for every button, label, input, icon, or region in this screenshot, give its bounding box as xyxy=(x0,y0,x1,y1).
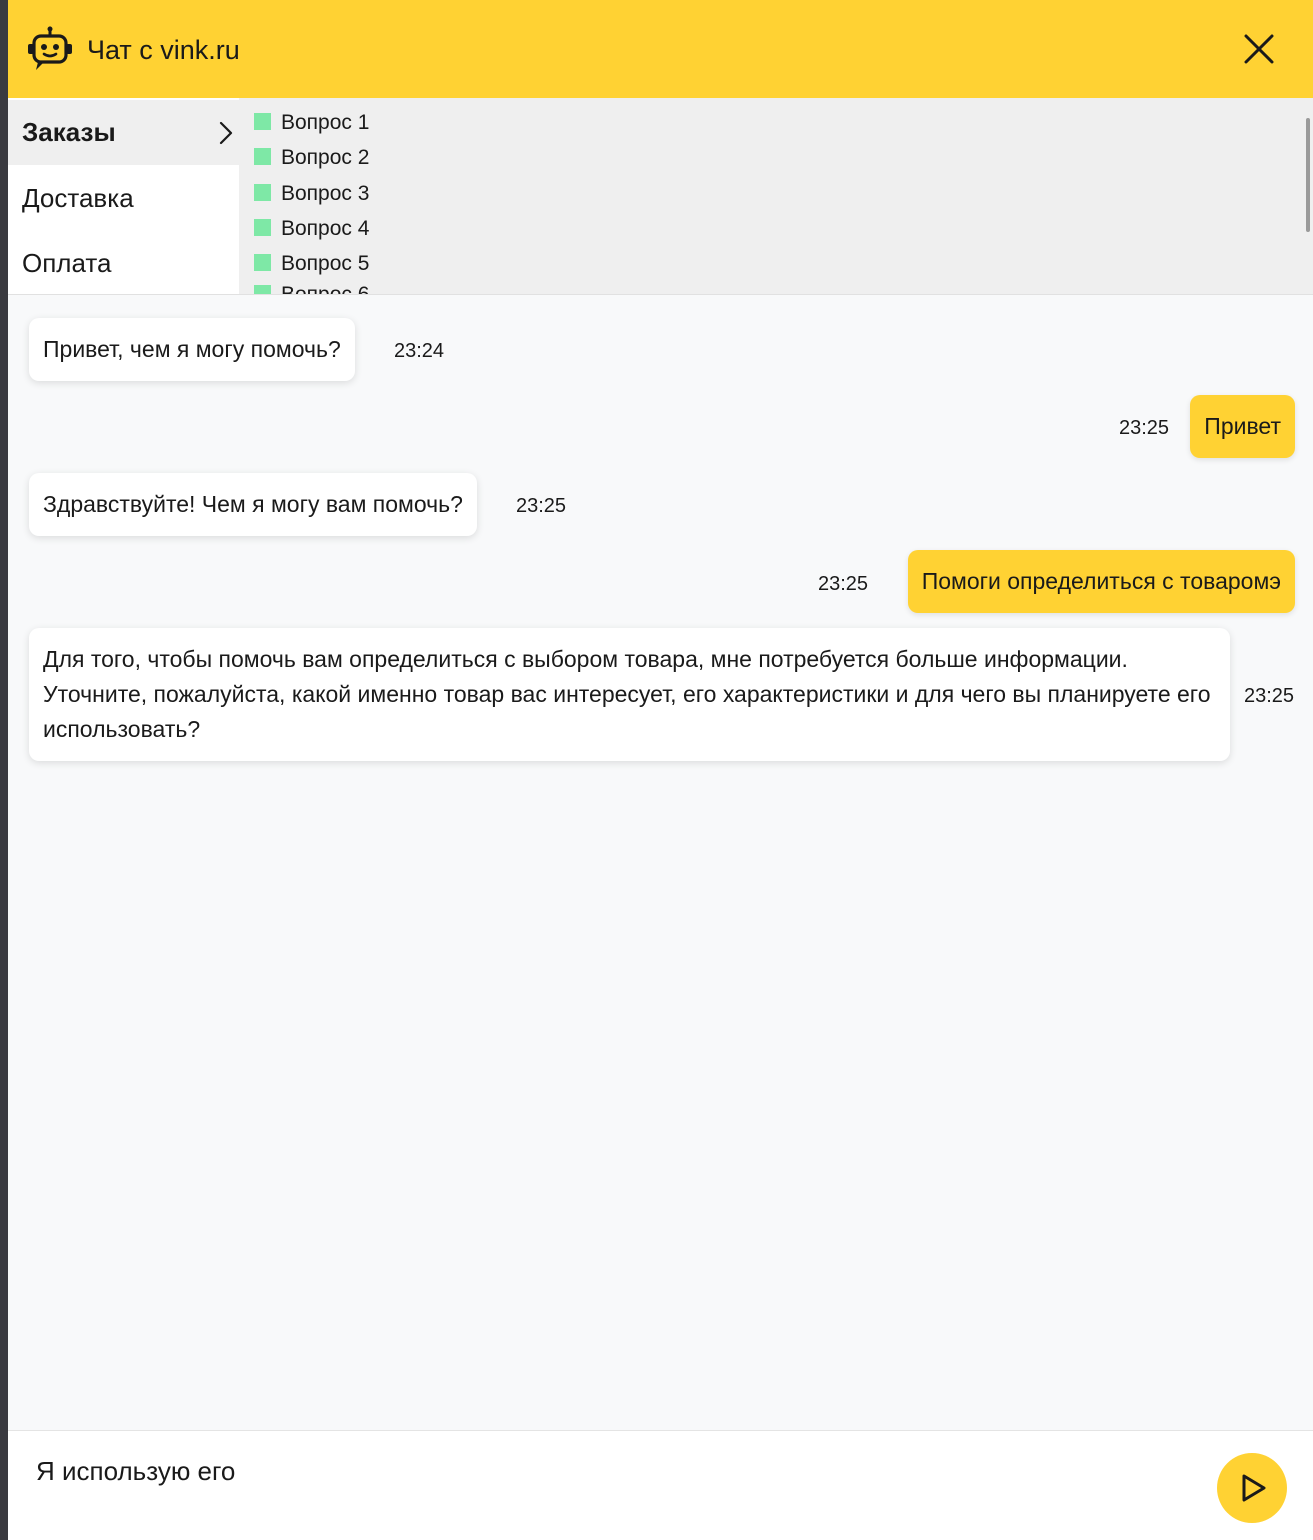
faq-question[interactable]: Вопрос 6 xyxy=(254,280,369,295)
category-payment[interactable]: Оплата xyxy=(8,231,239,295)
chat-title: Чат с vink.ru xyxy=(87,35,240,65)
question-label: Вопрос 3 xyxy=(281,182,370,205)
bot-message: Здравствуйте! Чем я могу вам помочь? xyxy=(29,473,477,536)
message-input[interactable] xyxy=(24,1449,1194,1493)
chat-window: Чат с vink.ru Заказы Доставка Оплата Воп… xyxy=(8,0,1313,1540)
category-delivery[interactable]: Доставка xyxy=(8,166,239,231)
category-label: Заказы xyxy=(22,117,116,147)
faq-question[interactable]: Вопрос 1 xyxy=(254,108,369,138)
question-marker xyxy=(254,218,271,236)
message-time: 23:25 xyxy=(516,495,567,517)
category-orders[interactable]: Заказы xyxy=(8,100,239,165)
send-button[interactable] xyxy=(1217,1453,1287,1523)
close-icon[interactable] xyxy=(1240,30,1278,68)
faq-question[interactable]: Вопрос 4 xyxy=(254,214,369,244)
message-time: 23:25 xyxy=(1119,417,1170,439)
bot-message: Привет, чем я могу помочь? xyxy=(29,318,355,381)
bot-message: Для того, чтобы помочь вам определиться … xyxy=(29,628,1230,761)
category-label: Доставка xyxy=(22,183,134,213)
user-message: Помоги определиться с товаромэ xyxy=(907,550,1295,613)
question-marker xyxy=(254,112,271,130)
user-message: Привет xyxy=(1190,395,1295,458)
composer xyxy=(8,1430,1313,1540)
message-list: Привет, чем я могу помочь? 23:24 Привет … xyxy=(8,295,1313,1430)
faq-panel: Заказы Доставка Оплата Вопрос 1 Вопрос 2 xyxy=(8,98,1313,295)
background-window-edge xyxy=(0,0,8,1540)
question-label: Вопрос 2 xyxy=(281,146,370,169)
message-time: 23:24 xyxy=(394,340,445,362)
message-text: Помоги определиться с товаромэ xyxy=(921,568,1281,594)
faq-question[interactable]: Вопрос 3 xyxy=(254,179,369,209)
send-icon xyxy=(1242,1474,1266,1502)
message-text: Для того, чтобы помочь вам определиться … xyxy=(43,646,1211,742)
category-label: Оплата xyxy=(22,248,112,278)
bot-icon xyxy=(28,26,72,70)
message-time: 23:25 xyxy=(818,573,869,595)
message-text: Привет xyxy=(1204,413,1281,439)
question-label: Вопрос 1 xyxy=(281,111,370,134)
faq-question[interactable]: Вопрос 2 xyxy=(254,143,369,173)
faq-question[interactable]: Вопрос 5 xyxy=(254,249,369,279)
chevron-right-icon xyxy=(219,121,233,145)
faq-questions: Вопрос 1 Вопрос 2 Вопрос 3 Вопрос 4 Вопр… xyxy=(254,108,1294,295)
message-text: Здравствуйте! Чем я могу вам помочь? xyxy=(43,491,463,517)
message-time: 23:25 xyxy=(1244,685,1295,707)
question-label: Вопрос 5 xyxy=(281,252,370,275)
question-marker xyxy=(254,147,271,165)
faq-categories: Заказы Доставка Оплата xyxy=(8,98,239,295)
chat-header: Чат с vink.ru xyxy=(8,0,1313,98)
message-text: Привет, чем я могу помочь? xyxy=(43,336,341,362)
faq-scrollbar[interactable] xyxy=(1306,118,1310,232)
question-label: Вопрос 4 xyxy=(281,217,370,240)
question-marker xyxy=(254,183,271,201)
question-marker xyxy=(254,253,271,271)
